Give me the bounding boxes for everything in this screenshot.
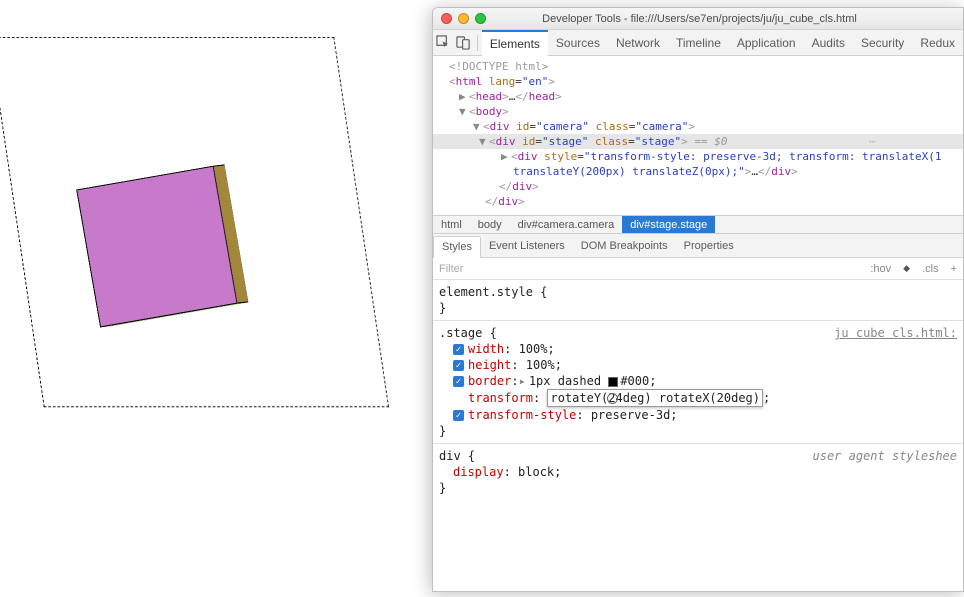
tab-network[interactable]: Network [608,30,668,56]
cls-toggle[interactable]: .cls [922,263,939,275]
breadcrumb: html body div#camera.camera div#stage.st… [433,215,963,234]
hov-toggle[interactable]: :hov [870,263,891,275]
inspect-element-icon[interactable] [433,35,453,50]
cube-face-front [76,166,237,328]
dom-body-tag[interactable]: ▼<body> [441,104,955,119]
dom-doctype[interactable]: <!DOCTYPE html> [441,59,955,74]
dom-stage-div-selected[interactable]: ⋯▼<div id="stage" class="stage"> == $0 [433,134,963,149]
tab-sources[interactable]: Sources [548,30,608,56]
dom-stage-close[interactable]: </div> [441,179,955,194]
checkbox-icon[interactable] [453,344,464,355]
checkbox-icon[interactable] [453,410,464,421]
source-link[interactable]: ju cube cls.html: [834,325,957,341]
dom-camera-close[interactable]: </div> [441,194,955,209]
dom-tree[interactable]: <!DOCTYPE html> <html lang="en"> ▶<head>… [433,56,963,215]
close-window-button[interactable] [441,13,452,24]
checkbox-icon[interactable] [453,360,464,371]
dom-head-tag[interactable]: ▶<head>…</head> [441,89,955,104]
filter-input[interactable]: Filter [439,263,463,275]
hovered-indicator-icon[interactable]: ◆ [903,263,910,274]
dom-html-tag[interactable]: <html lang="en"> [441,74,955,89]
color-swatch-icon[interactable] [608,377,618,387]
subtab-properties[interactable]: Properties [676,234,742,257]
zoom-window-button[interactable] [475,13,486,24]
cube-face-bottom [100,302,248,327]
toggle-device-icon[interactable] [453,35,473,50]
cube-wrap [115,156,262,288]
dom-inner-div-cont[interactable]: translateY(200px) translateZ(0px);">…</d… [441,164,955,179]
decl-transform-style[interactable]: transform-style: preserve-3d; [439,407,957,423]
decl-border[interactable]: border:▸1px dashed #000; [439,373,957,389]
window-titlebar[interactable]: Developer Tools - file:///Users/se7en/pr… [433,8,963,30]
rule-user-agent-div[interactable]: div {user agent styleshee display: block… [439,448,957,496]
window-title: Developer Tools - file:///Users/se7en/pr… [496,13,963,25]
subtab-dom-breakpoints[interactable]: DOM Breakpoints [573,234,676,257]
crumb-camera[interactable]: div#camera.camera [510,216,623,233]
styles-filterbar: Filter :hov ◆ .cls + [433,258,963,280]
styles-pane: element.style { } .stage {ju cube cls.ht… [433,280,963,591]
traffic-lights [441,13,486,24]
transform-value-editor[interactable]: rotateY(24deg) rotateX(20deg) [547,389,763,407]
tab-redux[interactable]: Redux [912,30,963,56]
dom-inner-div[interactable]: ▶<div style="transform-style: preserve-3… [441,149,955,164]
user-agent-label: user agent styleshee [813,448,958,464]
styles-subtabs: Styles Event Listeners DOM Breakpoints P… [433,234,963,258]
decl-display[interactable]: display: block; [439,464,957,480]
crumb-body[interactable]: body [470,216,510,233]
stage-box [0,37,389,407]
cube-face-left [76,188,111,327]
minimize-window-button[interactable] [458,13,469,24]
decl-width[interactable]: width: 100%; [439,341,957,357]
decl-transform[interactable]: transform: rotateY(24deg) rotateX(20deg)… [439,389,957,407]
tab-timeline[interactable]: Timeline [668,30,729,56]
subtab-event-listeners[interactable]: Event Listeners [481,234,573,257]
tab-elements[interactable]: Elements [482,30,548,56]
subtab-styles[interactable]: Styles [433,236,481,258]
rule-element-style[interactable]: element.style { } [439,284,957,316]
page-viewport [0,0,432,597]
devtools-toolbar: Elements Sources Network Timeline Applic… [433,30,963,56]
tab-application[interactable]: Application [729,30,804,56]
rule-stage[interactable]: .stage {ju cube cls.html: width: 100%; h… [439,325,957,439]
dom-camera-div[interactable]: ▼<div id="camera" class="camera"> [441,119,955,134]
css-cube [82,165,243,327]
rule-divider [433,320,963,321]
crumb-html[interactable]: html [433,216,470,233]
new-rule-button[interactable]: + [951,263,957,275]
crumb-stage[interactable]: div#stage.stage [622,216,715,233]
rule-divider [433,443,963,444]
tab-audits[interactable]: Audits [804,30,853,56]
toolbar-separator [477,35,478,51]
devtools-window: Developer Tools - file:///Users/se7en/pr… [432,7,964,592]
decl-height[interactable]: height: 100%; [439,357,957,373]
checkbox-icon[interactable] [453,376,464,387]
tab-security[interactable]: Security [853,30,912,56]
